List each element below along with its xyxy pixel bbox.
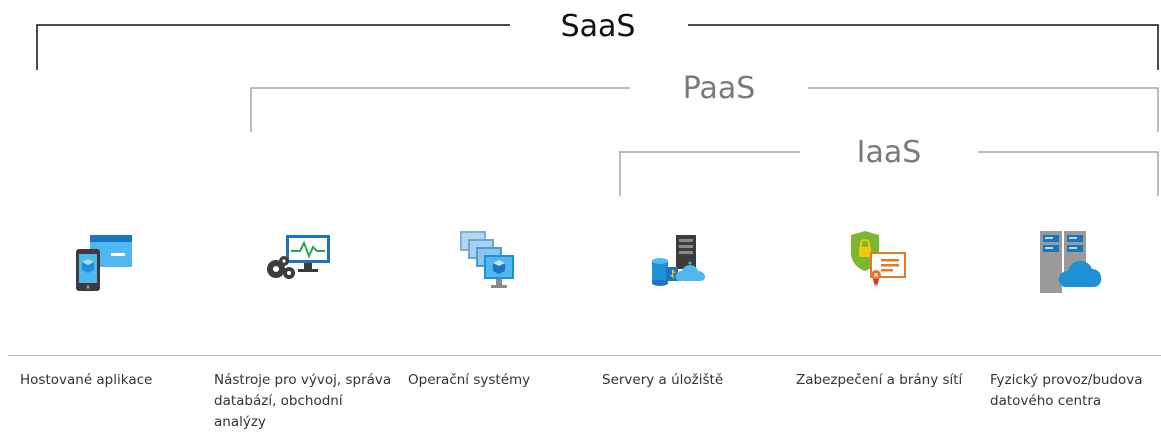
category-label-datacenter: Fyzický provoz/budova datového centra (990, 372, 1143, 409)
cloud-service-models-diagram: SaaS PaaS IaaS Hostované aplikace Nástro… (0, 0, 1161, 439)
divider-line (8, 355, 1161, 356)
category-label-hosted-apps: Hostované aplikace (20, 372, 153, 388)
iaas-label: IaaS (842, 138, 936, 168)
dev-tools-icon (262, 225, 342, 305)
saas-label: SaaS (546, 12, 650, 42)
servers-storage-icon (646, 225, 726, 305)
hosted-app-icon (66, 225, 146, 305)
category-label-security: Zabezpečení a brány sítí (796, 372, 963, 388)
category-label-servers-storage: Servery a úložiště (602, 372, 724, 388)
security-icon (843, 225, 923, 305)
category-label-operating-systems: Operační systémy (408, 372, 531, 388)
datacenter-icon (1030, 225, 1110, 305)
paas-label: PaaS (668, 74, 770, 104)
operating-systems-icon (456, 225, 536, 305)
category-label-dev-tools: Nástroje pro vývoj, správa databází, obc… (214, 372, 392, 430)
